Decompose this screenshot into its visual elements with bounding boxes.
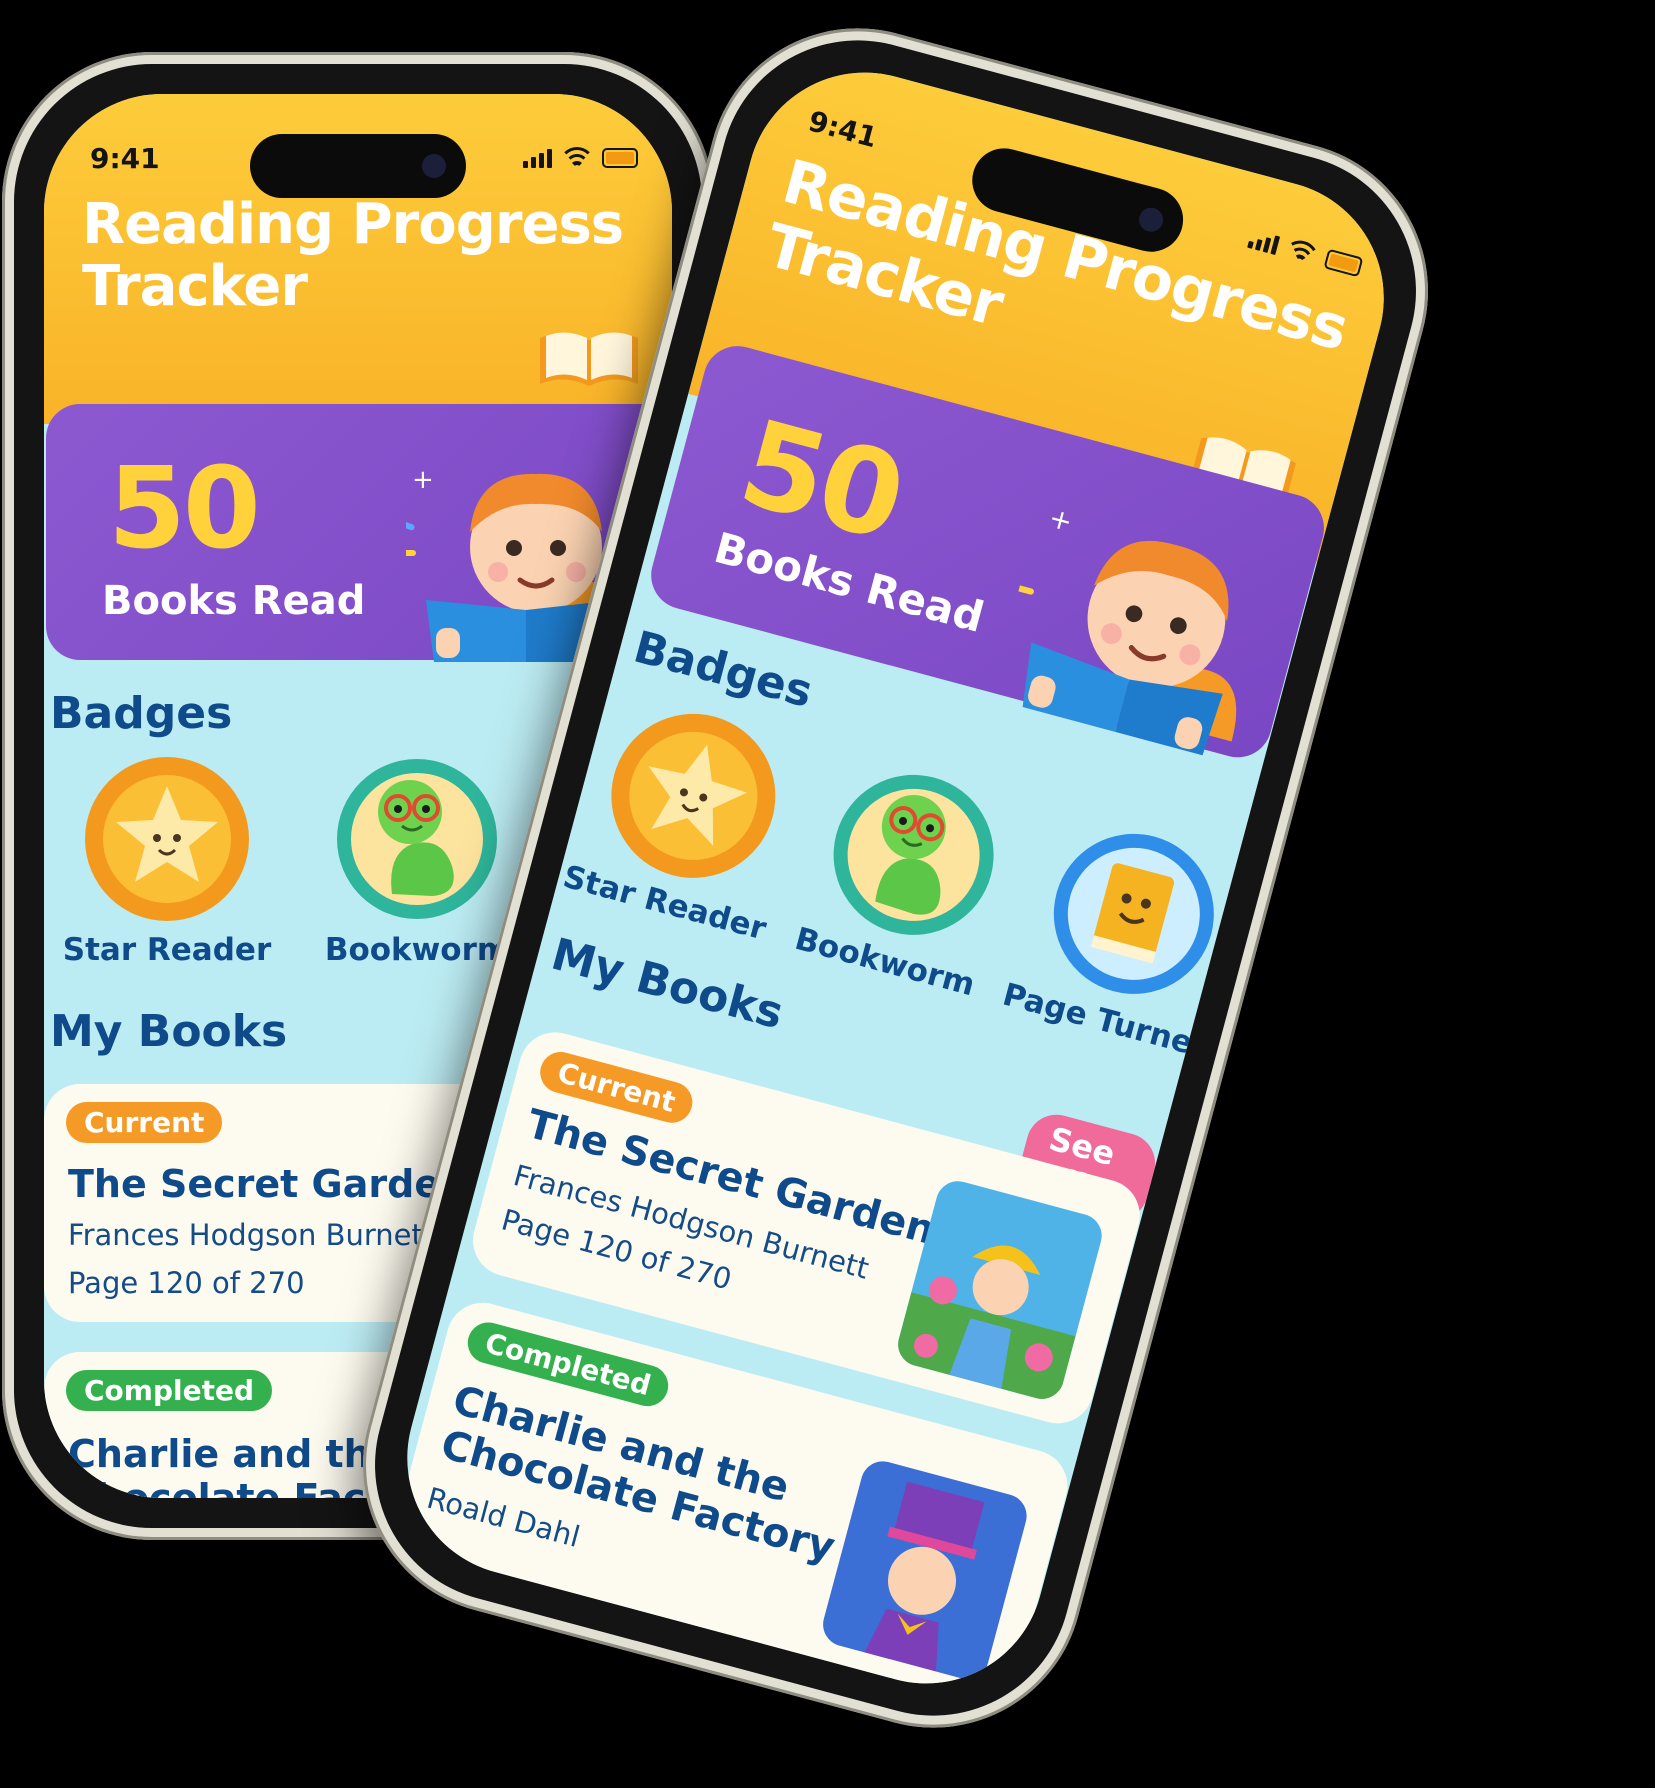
my-books-heading: My Books xyxy=(50,1006,288,1057)
svg-text:+: + xyxy=(1046,503,1076,539)
badge-bookworm[interactable]: Bookworm xyxy=(779,746,1037,1007)
bookworm-badge-icon xyxy=(337,759,497,919)
svg-text:+: + xyxy=(412,465,434,495)
star-badge-icon xyxy=(85,757,249,921)
status-icons xyxy=(523,146,638,168)
book-author: Frances Hodgson Burnett xyxy=(68,1218,435,1252)
books-read-card: 50 Books Read + xyxy=(46,404,672,662)
book-progress: Page 120 of 270 xyxy=(68,1266,305,1300)
dynamic-island xyxy=(250,134,466,198)
book-cover-chocolate-factory xyxy=(818,1456,1032,1684)
battery-icon xyxy=(602,148,638,168)
badge-label: Bookworm xyxy=(324,932,510,968)
books-read-label: Books Read xyxy=(102,578,366,624)
star-badge-icon xyxy=(611,713,776,878)
book-title: The Secret Garden xyxy=(68,1162,468,1206)
badge-label: Star Reader xyxy=(62,932,272,968)
app-title: Reading Progress Tracker xyxy=(82,192,624,319)
bookworm-badge-icon xyxy=(833,774,994,935)
kid-reading-illustration: + xyxy=(1015,503,1237,766)
status-tag-completed: Completed xyxy=(66,1370,273,1411)
badge-star-reader[interactable]: Star Reader xyxy=(559,687,817,948)
book-title-line-1: Charlie and the xyxy=(68,1432,397,1476)
status-tag-current: Current xyxy=(66,1102,223,1143)
badge-star-reader[interactable]: Star Reader xyxy=(62,754,272,968)
badges-heading: Badges xyxy=(50,688,233,739)
signal-icon xyxy=(523,149,552,168)
badge-bookworm[interactable]: Bookworm xyxy=(312,754,522,968)
wifi-icon xyxy=(564,146,590,168)
book-badge-icon xyxy=(1053,833,1214,994)
status-time: 9:41 xyxy=(90,142,160,175)
badge-page-turner[interactable]: Page Turner xyxy=(999,805,1257,1066)
open-book-icon xyxy=(540,332,638,386)
books-read-count: 50 xyxy=(108,444,261,574)
